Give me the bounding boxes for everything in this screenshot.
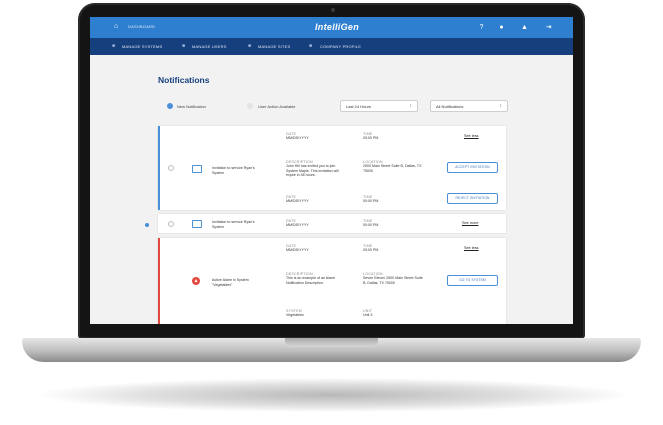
company-icon: ■ [309,43,313,49]
alarm-accent-bar [158,238,160,324]
new-notification-dot [167,103,173,109]
new-indicator-dot [145,223,149,227]
select-radio[interactable] [168,165,174,171]
reject-invitation-button[interactable]: REJECT INVITATION [447,193,498,204]
go-to-system-button[interactable]: GO TO SYSTEM [447,275,498,286]
dashboard-link[interactable]: DASHBOARD [128,24,155,29]
user-action-legend: User Action Available [258,104,296,109]
laptop-camera [331,8,335,12]
alarm-icon: ▲ [192,277,200,285]
users-icon: ■ [182,43,186,49]
see-less-link[interactable]: See less [464,134,479,138]
nav-manage-sites[interactable]: MANAGE SITES [258,44,290,49]
user-icon[interactable]: ● [497,23,506,32]
invitation-icon [192,165,202,173]
nav-manage-users[interactable]: MANAGE USERS [192,44,227,49]
invitation-icon [192,220,202,228]
laptop-shadow [40,378,625,412]
time-value: 00:00 PM [363,223,379,227]
user-action-dot [247,103,253,109]
notification-title: Active Alarm in System "Vegetables" [212,278,249,287]
notification-type-value: All Notifications [436,104,464,109]
system-value: Vegetables [286,313,304,317]
time-value: 00:00 PM [363,199,379,203]
nav-manage-systems[interactable]: MANAGE SYSTEMS [122,44,162,49]
notification-title: Invitation to service Ryan's System [212,220,255,229]
chevron-updown-icon: ↕ [409,103,413,109]
notification-card[interactable]: Invitation to service Ryan's System DATE… [158,126,506,210]
notification-type-select[interactable]: All Notifications ↕ [430,100,508,112]
app-logo: IntelliGen [315,22,360,32]
date-value: MM/DD/YYYY [286,223,309,227]
description-text: John Hill has invited you to join System… [286,164,339,177]
app-screen: ⌂ DASHBOARD IntelliGen ? ● ▲ ⇥ ■ MANAGE … [90,17,573,324]
notification-card[interactable]: ▲ Active Alarm in System "Vegetables" DA… [158,238,506,324]
main-nav: ■ MANAGE SYSTEMS ■ MANAGE USERS ■ MANAGE… [90,38,573,55]
notification-card[interactable]: Invitation to service Ryan's System DATE… [158,214,506,233]
time-value: 00:00 PM [363,136,379,140]
chevron-updown-icon: ↕ [499,103,503,109]
new-notification-legend: New Notification [177,104,206,109]
unit-value: Unit 3 [363,313,373,317]
home-icon[interactable]: ⌂ [114,23,122,31]
date-value: MM/DD/YYYY [286,199,309,203]
logout-icon[interactable]: ⇥ [544,23,553,32]
time-range-select[interactable]: Last 24 Hours ↕ [340,100,418,112]
sites-icon: ■ [248,43,252,49]
help-icon[interactable]: ? [477,23,486,32]
nav-company-profile[interactable]: COMPANY PROFILE [320,44,361,49]
page-title: Notifications [158,75,210,85]
notification-title: Invitation to service Ryan's System [212,166,255,175]
bell-icon[interactable]: ▲ [520,23,529,32]
date-value: MM/DD/YYYY [286,136,309,140]
location-text: Seven Eleven 2500 Main Street Suite B, D… [363,276,423,285]
laptop-base-groove [285,338,378,347]
see-less-link[interactable]: See less [464,246,479,250]
time-range-value: Last 24 Hours [346,104,371,109]
location-text: 2500 Main Street Suite B, Dallas, TX 750… [363,164,422,173]
new-accent-bar [158,126,160,210]
top-bar: ⌂ DASHBOARD IntelliGen ? ● ▲ ⇥ [90,17,573,38]
systems-icon: ■ [112,43,116,49]
date-value: MM/DD/YYYY [286,248,309,252]
description-text: This is an example of an Alarm Notificat… [286,276,336,285]
select-radio[interactable] [168,221,174,227]
see-more-link[interactable]: See more [462,221,478,225]
accept-invitation-button[interactable]: ACCEPT INVITATION [447,162,498,173]
time-value: 00:00 PM [363,248,379,252]
